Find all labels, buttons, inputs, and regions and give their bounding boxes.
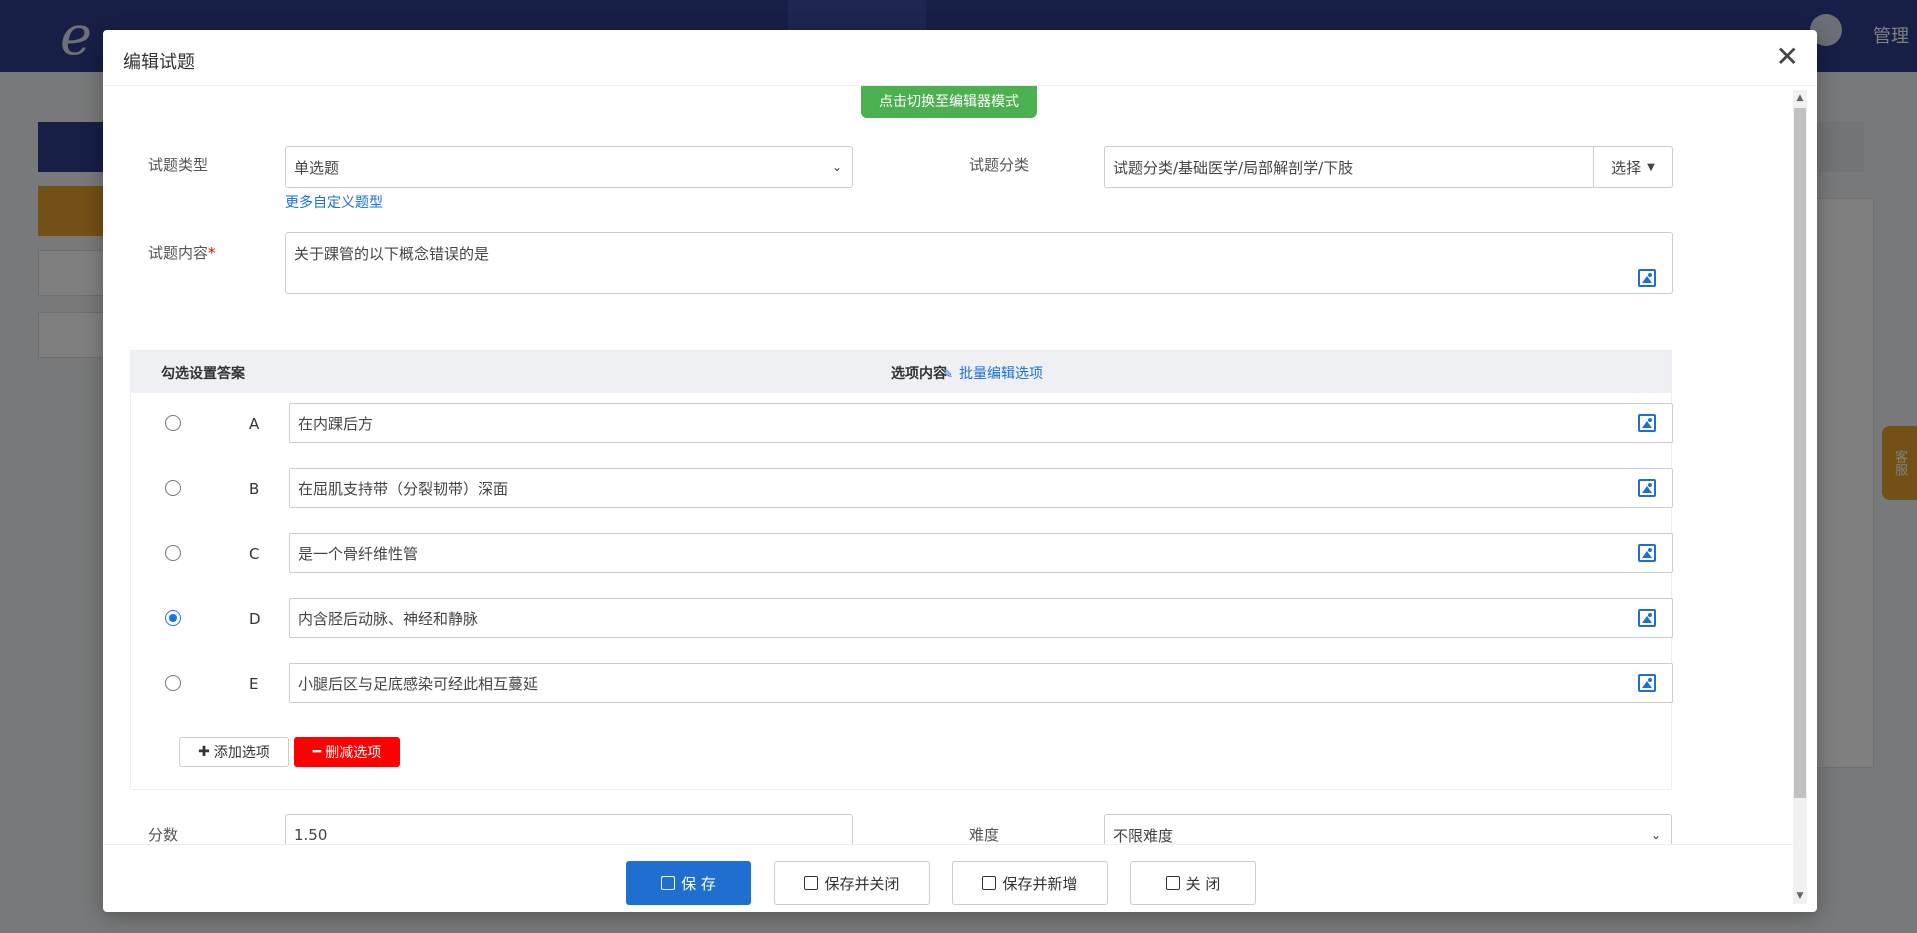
insert-image-icon[interactable]	[1638, 479, 1656, 497]
save-new-label: 保存并新增	[1002, 874, 1078, 893]
option-c-letter: C	[249, 545, 260, 563]
question-content-value: 关于踝管的以下概念错误的是	[294, 245, 490, 263]
edit-question-modal: 编辑试题 ✕ ▲ ▼ 点击切换至编辑器模式 试题类型 单选题 ⌄ 更多自定义题型…	[103, 30, 1817, 912]
score-input[interactable]: 1.50	[285, 814, 853, 844]
option-b-letter: B	[249, 480, 260, 498]
question-type-select[interactable]: 单选题 ⌄	[285, 146, 853, 188]
option-row-a: A 在内踝后方	[131, 403, 1673, 443]
editor-mode-toggle-button[interactable]: 点击切换至编辑器模式	[861, 86, 1037, 118]
close-label: 关 闭	[1185, 874, 1221, 893]
option-e-letter: E	[249, 675, 259, 693]
delete-option-button[interactable]: ━ 删减选项	[294, 737, 400, 767]
batch-edit-label: 批量编辑选项	[959, 366, 1043, 382]
option-b-input[interactable]: 在屈肌支持带（分裂韧带）深面	[289, 468, 1673, 508]
modal-footer: 保 存 保存并关闭 保存并新增 关 闭	[103, 844, 1793, 912]
pencil-icon: ✎	[943, 367, 954, 381]
modal-title: 编辑试题	[123, 52, 195, 73]
question-type-label: 试题类型	[148, 156, 209, 174]
option-a-text: 在内踝后方	[298, 414, 374, 433]
option-b-text: 在屈肌支持带（分裂韧带）深面	[298, 479, 509, 498]
option-d-letter: D	[249, 610, 261, 628]
chevron-down-icon: ⌄	[831, 160, 842, 174]
modal-header: 编辑试题 ✕	[103, 30, 1817, 86]
add-option-label: 添加选项	[213, 745, 270, 761]
save-and-new-button[interactable]: 保存并新增	[952, 861, 1108, 905]
save-button[interactable]: 保 存	[626, 861, 751, 905]
difficulty-label: 难度	[969, 826, 1000, 844]
delete-option-label: 删减选项	[325, 745, 382, 761]
minus-icon: ━	[312, 744, 322, 760]
close-box-icon	[1165, 876, 1180, 890]
option-b-radio[interactable]	[165, 480, 181, 496]
question-type-value: 单选题	[294, 158, 340, 177]
save-label: 保 存	[681, 874, 716, 893]
option-row-e: E 小腿后区与足底感染可经此相互蔓延	[131, 663, 1673, 703]
modal-scrollbar[interactable]: ▲ ▼	[1793, 90, 1807, 904]
score-label: 分数	[148, 826, 179, 844]
question-category-value: 试题分类/基础医学/局部解剖学/下肢	[1113, 158, 1354, 177]
insert-image-icon[interactable]	[1638, 414, 1656, 432]
option-c-text: 是一个骨纤维性管	[298, 544, 419, 563]
calendar-icon	[661, 876, 676, 890]
difficulty-select[interactable]: 不限难度 ⌄	[1104, 814, 1672, 844]
option-content-column-header: 选项内容	[891, 366, 947, 382]
insert-image-icon[interactable]	[1638, 674, 1656, 692]
option-a-letter: A	[249, 415, 260, 433]
question-category-input[interactable]: 试题分类/基础医学/局部解剖学/下肢	[1104, 146, 1594, 188]
question-category-label: 试题分类	[969, 156, 1030, 174]
option-a-radio[interactable]	[165, 415, 181, 431]
answer-column-header: 勾选设置答案	[161, 366, 245, 382]
close-icon[interactable]: ✕	[1776, 42, 1799, 72]
add-option-button[interactable]: ✚ 添加选项	[179, 737, 289, 767]
options-panel: 勾选设置答案 选项内容 ✎ 批量编辑选项 A 在内踝后方 B 在屈肌支持带（分裂韧…	[130, 350, 1673, 790]
option-d-radio[interactable]	[165, 610, 181, 626]
option-a-input[interactable]: 在内踝后方	[289, 403, 1673, 443]
modal-body: 点击切换至编辑器模式 试题类型 单选题 ⌄ 更多自定义题型 试题分类 试题分类/…	[103, 86, 1793, 844]
option-d-text: 内含胫后动脉、神经和静脉	[298, 609, 479, 628]
save-close-label: 保存并关闭	[824, 874, 900, 893]
option-c-radio[interactable]	[165, 545, 181, 561]
save-and-close-button[interactable]: 保存并关闭	[774, 861, 930, 905]
insert-image-icon[interactable]	[1638, 544, 1656, 562]
option-row-b: B 在屈肌支持带（分裂韧带）深面	[131, 468, 1673, 508]
option-d-input[interactable]: 内含胫后动脉、神经和静脉	[289, 598, 1673, 638]
options-header: 勾选设置答案 选项内容 ✎ 批量编辑选项	[131, 351, 1671, 393]
option-row-d: D 内含胫后动脉、神经和静脉	[131, 598, 1673, 638]
category-select-button[interactable]: 选择 ▼	[1593, 146, 1673, 188]
chevron-down-icon: ⌄	[1650, 828, 1661, 842]
caret-down-icon: ▼	[1647, 161, 1655, 173]
option-c-input[interactable]: 是一个骨纤维性管	[289, 533, 1673, 573]
question-content-label: 试题内容*	[148, 242, 216, 263]
batch-edit-options-link[interactable]: ✎ 批量编辑选项	[943, 363, 1043, 383]
required-mark: *	[208, 244, 216, 262]
option-row-c: C 是一个骨纤维性管	[131, 533, 1673, 573]
calendar-plus-icon	[982, 876, 997, 890]
option-e-radio[interactable]	[165, 675, 181, 691]
plus-icon: ✚	[198, 744, 210, 760]
question-content-label-text: 试题内容	[148, 244, 209, 262]
option-e-input[interactable]: 小腿后区与足底感染可经此相互蔓延	[289, 663, 1673, 703]
insert-image-icon[interactable]	[1638, 269, 1656, 287]
scroll-up-icon[interactable]: ▲	[1793, 90, 1807, 106]
score-value: 1.50	[294, 826, 328, 844]
scroll-down-icon[interactable]: ▼	[1793, 888, 1807, 904]
question-content-textarea[interactable]: 关于踝管的以下概念错误的是	[285, 232, 1673, 294]
option-e-text: 小腿后区与足底感染可经此相互蔓延	[298, 674, 539, 693]
category-select-label: 选择	[1611, 158, 1642, 177]
calendar-x-icon	[804, 876, 819, 890]
difficulty-value: 不限难度	[1113, 826, 1174, 845]
custom-type-link[interactable]: 更多自定义题型	[285, 192, 383, 212]
scrollbar-thumb[interactable]	[1794, 108, 1806, 798]
insert-image-icon[interactable]	[1638, 609, 1656, 627]
close-button[interactable]: 关 闭	[1130, 861, 1256, 905]
